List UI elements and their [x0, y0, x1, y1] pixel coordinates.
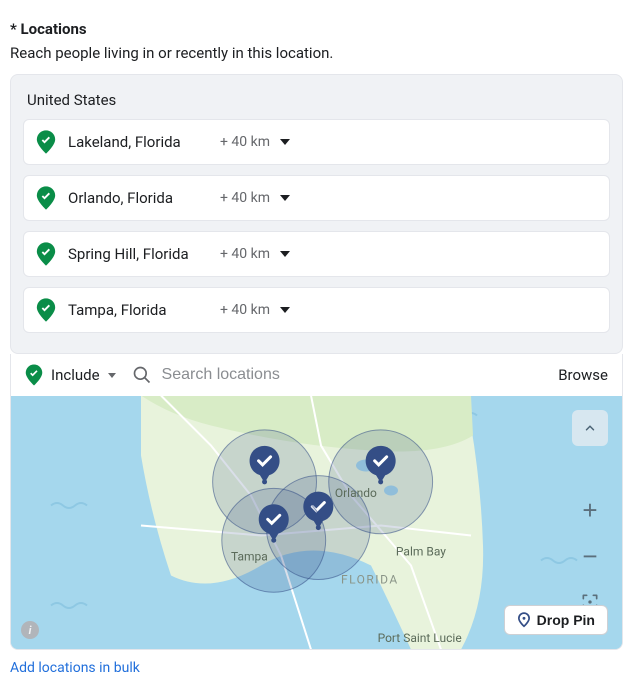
- search-icon: [132, 365, 152, 385]
- location-name: Tampa, Florida: [68, 301, 208, 319]
- country-label: United States: [27, 91, 610, 109]
- info-icon: i: [29, 624, 32, 637]
- map-city-label: Palm Bay: [396, 545, 446, 559]
- include-pin-icon: [36, 298, 56, 322]
- locations-section-subtitle: Reach people living in or recently in th…: [10, 44, 623, 62]
- map-pin-tampa[interactable]: [222, 488, 326, 592]
- radius-value: + 40 km: [220, 302, 270, 318]
- include-pin-icon: [25, 364, 43, 386]
- chevron-down-icon: [280, 251, 290, 257]
- map-collapse-button[interactable]: [572, 410, 608, 446]
- radius-dropdown[interactable]: + 40 km: [220, 246, 290, 262]
- radius-value: + 40 km: [220, 190, 270, 206]
- radius-value: + 40 km: [220, 246, 270, 262]
- location-name: Spring Hill, Florida: [68, 245, 208, 263]
- location-row[interactable]: Tampa, Florida + 40 km: [23, 287, 610, 333]
- map-zoom-out-button[interactable]: −: [572, 538, 608, 574]
- map-info-button[interactable]: i: [21, 621, 39, 639]
- map-zoom-in-button[interactable]: +: [572, 492, 608, 528]
- plus-icon: +: [582, 495, 597, 526]
- chevron-down-icon: [280, 307, 290, 313]
- map-city-label: Tampa: [231, 550, 268, 564]
- drop-pin-icon: [517, 612, 531, 628]
- include-toggle-label: Include: [51, 366, 100, 384]
- map-city-label: Orlando: [335, 486, 377, 500]
- location-search-bar: Include Browse: [10, 354, 623, 396]
- include-pin-icon: [36, 242, 56, 266]
- chevron-down-icon: [280, 139, 290, 145]
- minus-icon: −: [582, 541, 597, 572]
- location-search-input[interactable]: [162, 366, 549, 384]
- chevron-up-icon: [583, 421, 597, 435]
- add-locations-bulk-link[interactable]: Add locations in bulk: [10, 660, 623, 676]
- radius-dropdown[interactable]: + 40 km: [220, 134, 290, 150]
- location-row[interactable]: Orlando, Florida + 40 km: [23, 175, 610, 221]
- chevron-down-icon: [108, 373, 116, 378]
- location-name: Orlando, Florida: [68, 189, 208, 207]
- chevron-down-icon: [280, 195, 290, 201]
- location-name: Lakeland, Florida: [68, 133, 208, 151]
- map[interactable]: Orlando Tampa Palm Bay Port Saint Lucie FLOR…: [10, 396, 623, 650]
- radius-dropdown[interactable]: + 40 km: [220, 190, 290, 206]
- include-toggle[interactable]: Include: [25, 364, 116, 386]
- location-row[interactable]: Lakeland, Florida + 40 km: [23, 119, 610, 165]
- map-controls: + −: [572, 410, 608, 620]
- radius-value: + 40 km: [220, 134, 270, 150]
- include-pin-icon: [36, 130, 56, 154]
- locations-panel: United States Lakeland, Florida + 40 km …: [10, 74, 623, 354]
- locations-section-title: * Locations: [10, 20, 623, 38]
- browse-link[interactable]: Browse: [558, 366, 608, 384]
- location-row[interactable]: Spring Hill, Florida + 40 km: [23, 231, 610, 277]
- drop-pin-button[interactable]: Drop Pin: [504, 605, 608, 635]
- include-pin-icon: [36, 186, 56, 210]
- map-state-label: FLORIDA: [341, 572, 399, 586]
- map-city-label: Port Saint Lucie: [378, 631, 462, 645]
- drop-pin-label: Drop Pin: [537, 612, 595, 628]
- radius-dropdown[interactable]: + 40 km: [220, 302, 290, 318]
